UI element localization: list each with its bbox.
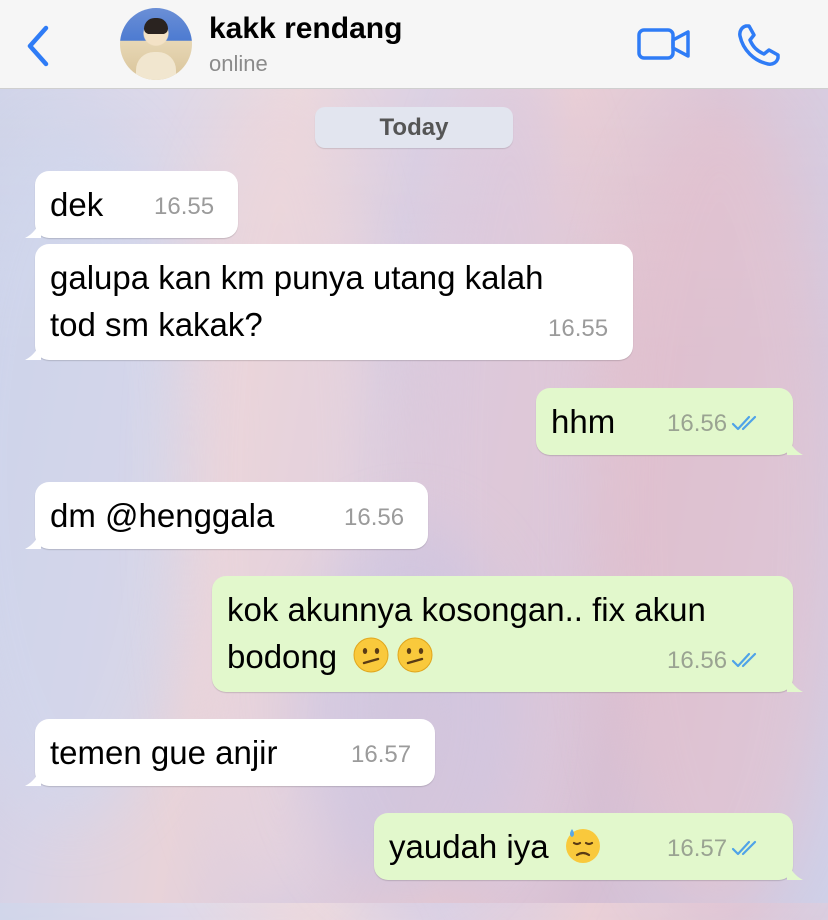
message-bubble-outgoing[interactable]: kok akunnya kosongan.. fix akun bodong 1…	[212, 576, 803, 692]
contact-name[interactable]: kakk rendang	[209, 12, 402, 46]
message-time: 16.55	[154, 193, 215, 220]
phone-icon	[738, 24, 780, 66]
date-divider: Today	[315, 107, 513, 148]
message-time: 16.57	[667, 835, 728, 862]
contact-status: online	[209, 51, 268, 76]
message-bubble-incoming[interactable]: temen gue anjir 16.57	[25, 719, 435, 786]
message-time: 16.56	[667, 410, 728, 437]
double-check-read-icon	[731, 840, 757, 855]
message-text: tod sm kakak?	[50, 306, 263, 343]
message-time: 16.57	[351, 741, 412, 768]
message-bubble-incoming[interactable]: galupa kan km punya utang kalah tod sm k…	[25, 244, 633, 360]
message-text: yaudah iya	[389, 828, 549, 865]
double-check-read-icon	[731, 415, 757, 430]
message-time: 16.56	[667, 647, 728, 674]
message-bubble-incoming[interactable]: dek 16.55	[25, 171, 238, 238]
message-text: dek	[50, 186, 104, 223]
message-time: 16.56	[344, 504, 405, 531]
downcast-face-with-sweat-emoji	[565, 829, 600, 864]
chat-header: kakk rendang online	[0, 0, 828, 89]
confused-face-emoji	[397, 637, 433, 673]
double-check-read-icon	[731, 652, 757, 667]
contact-avatar[interactable]	[120, 8, 192, 80]
video-camera-icon	[637, 28, 690, 60]
voice-call-button[interactable]	[736, 22, 782, 68]
video-call-button[interactable]	[636, 22, 692, 66]
message-text: galupa kan km punya utang kalah	[50, 259, 544, 296]
confused-face-emoji	[353, 637, 389, 673]
message-bubble-outgoing[interactable]: hhm 16.56	[536, 388, 803, 455]
chevron-left-icon	[27, 25, 49, 67]
message-text: hhm	[551, 403, 616, 440]
message-bubble-outgoing[interactable]: yaudah iya 16.57	[374, 813, 803, 880]
message-bubble-incoming[interactable]: dm @henggala 16.56	[25, 482, 428, 549]
message-text: temen gue anjir	[50, 734, 278, 771]
back-button[interactable]	[22, 24, 54, 68]
message-text: kok akunnya kosongan.. fix akun	[227, 591, 706, 628]
message-time: 16.55	[548, 315, 609, 342]
message-text: bodong	[227, 638, 338, 675]
message-text: dm @henggala	[50, 497, 275, 534]
